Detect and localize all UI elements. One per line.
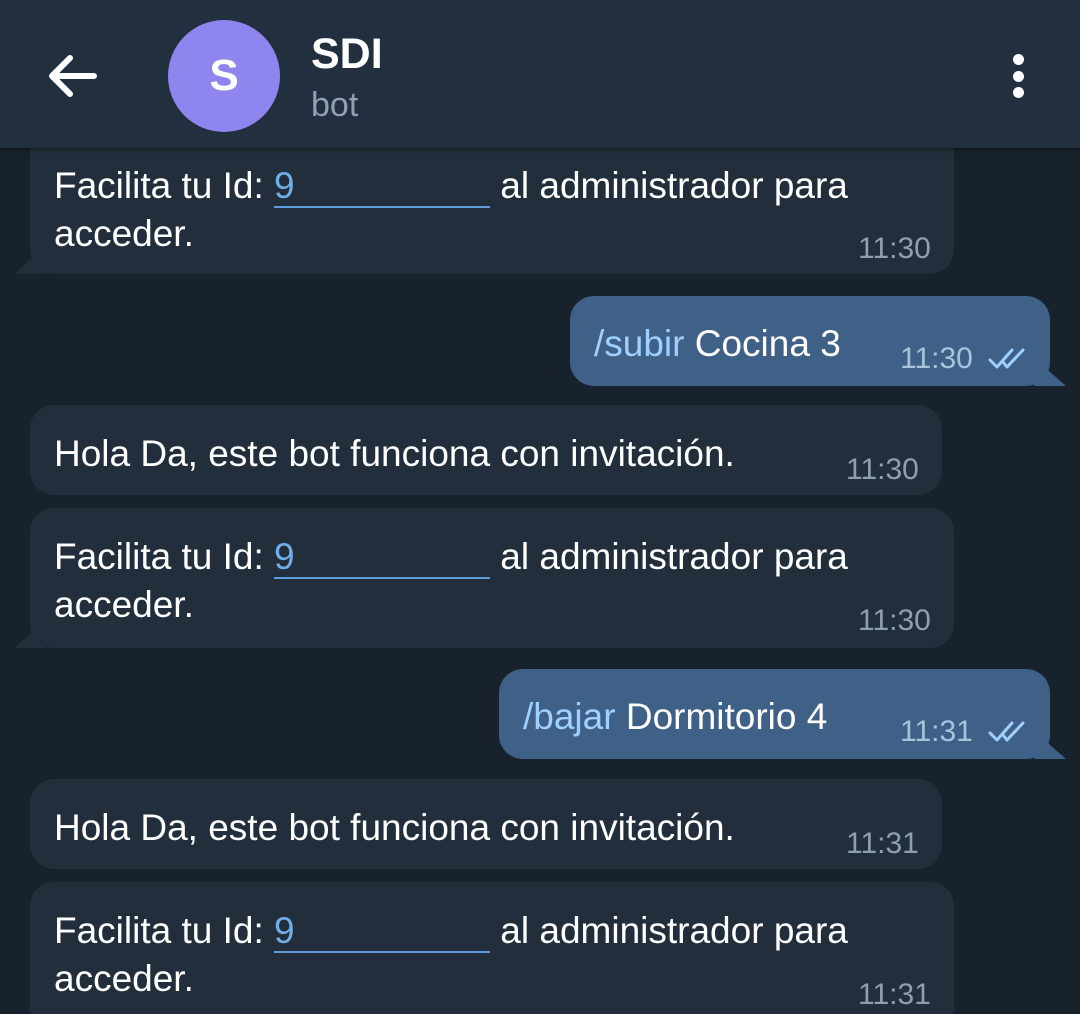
avatar-letter: S (209, 51, 239, 100)
chat-screen: S SDI bot Facilita tu Id: 9 al administr… (0, 0, 1080, 1014)
double-check-icon (988, 348, 1025, 369)
message-time: 11:30 (858, 604, 931, 637)
chat-status: bot (311, 86, 359, 124)
message-text: Facilita tu Id: 9 al administrador para (54, 162, 848, 210)
message-text-line2: acceder. (54, 958, 194, 999)
bot-command-link[interactable]: /bajar (523, 696, 616, 737)
message-bubble-incoming[interactable]: Facilita tu Id: 9 al administrador para … (14, 882, 954, 1014)
back-button[interactable] (42, 48, 104, 104)
avatar[interactable]: S (168, 20, 280, 132)
message-bubble-outgoing[interactable]: /subir Cocina 3 11:30 (570, 296, 1066, 386)
message-time: 11:31 (846, 827, 919, 860)
chat-title[interactable]: SDI (311, 30, 383, 79)
message-text: Facilita tu Id: 9 al administrador para (54, 907, 848, 955)
message-bubble-incoming[interactable]: Facilita tu Id: 9 al administrador para … (14, 508, 954, 648)
user-id-link[interactable]: 9 (274, 907, 491, 955)
message-text: /subir Cocina 3 (594, 323, 841, 364)
message-text: Hola Da, este bot funciona con invitació… (54, 433, 735, 474)
user-id-link[interactable]: 9 (274, 533, 491, 581)
message-text-line2: acceder. (54, 584, 194, 625)
message-time: 11:30 (900, 342, 973, 375)
chat-header: S SDI bot (0, 0, 1080, 148)
message-bubble-incoming[interactable]: Hola Da, este bot funciona con invitació… (30, 779, 942, 869)
message-time: 11:30 (846, 453, 919, 486)
double-check-icon (988, 721, 1025, 742)
arrow-left-icon (49, 55, 97, 97)
message-text: Hola Da, este bot funciona con invitació… (54, 807, 735, 848)
message-time: 11:31 (900, 715, 973, 748)
message-text-line2: acceder. (54, 213, 194, 254)
message-text: /bajar Dormitorio 4 (523, 696, 828, 737)
message-bubble-outgoing[interactable]: /bajar Dormitorio 4 11:31 (499, 669, 1066, 759)
message-time: 11:31 (858, 978, 931, 1011)
message-time: 11:30 (858, 232, 931, 265)
more-vertical-icon[interactable] (996, 50, 1040, 102)
message-bubble-incoming[interactable]: Hola Da, este bot funciona con invitació… (30, 405, 942, 495)
bot-command-link[interactable]: /subir (594, 323, 684, 364)
user-id-link[interactable]: 9 (274, 162, 491, 210)
message-text: Facilita tu Id: 9 al administrador para (54, 533, 848, 581)
